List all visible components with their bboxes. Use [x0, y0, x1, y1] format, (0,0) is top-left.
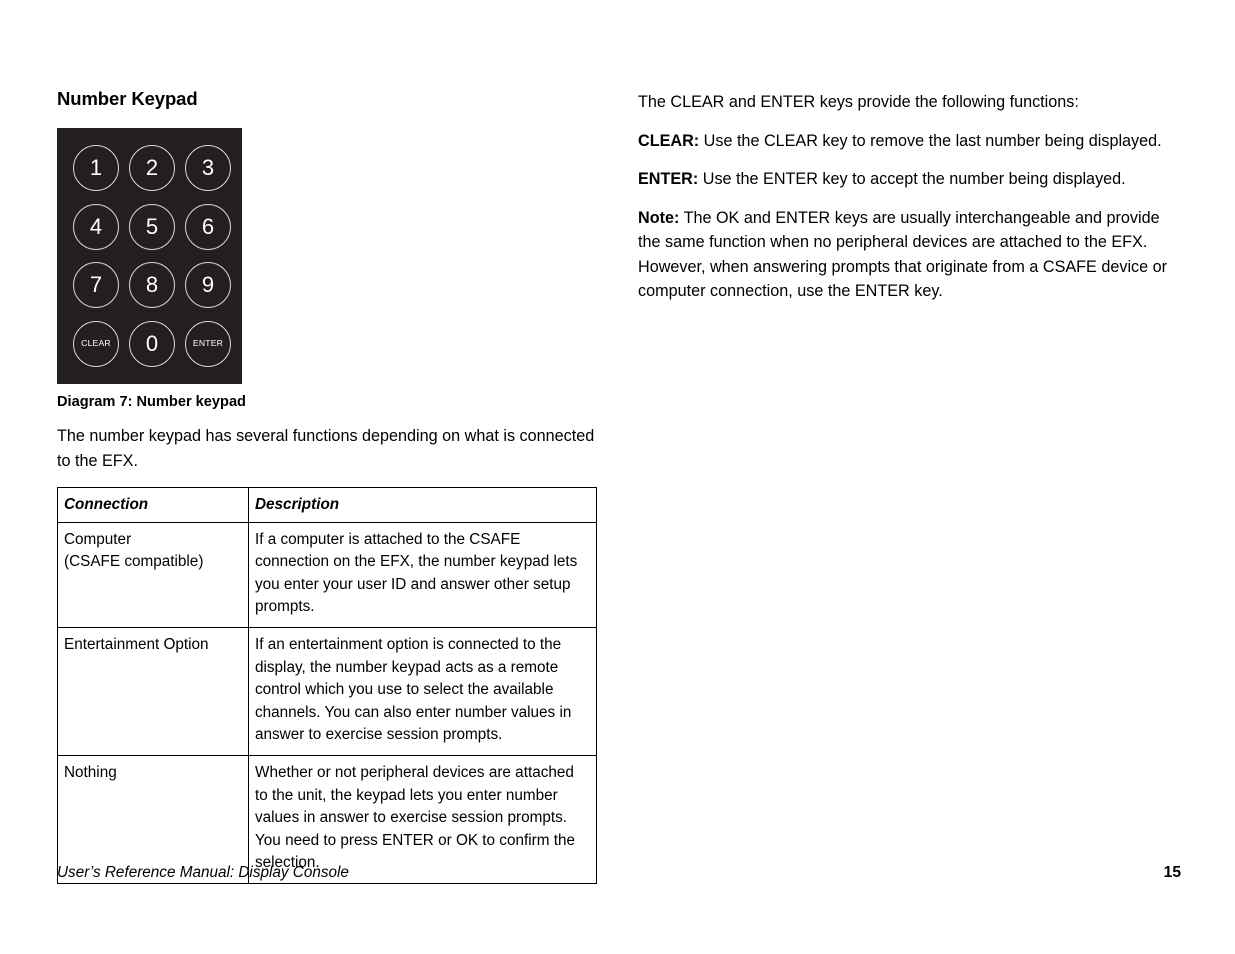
keypad-key-8[interactable]: 8: [129, 262, 175, 309]
keypad-key-1[interactable]: 1: [73, 145, 119, 192]
intro-paragraph: The number keypad has several functions …: [57, 427, 595, 470]
keypad-key-5[interactable]: 5: [129, 203, 175, 250]
table-cell-description: If an entertainment option is connected …: [248, 626, 597, 756]
table-header-row: Connection Description: [57, 487, 597, 523]
page-title: Number Keypad: [57, 88, 198, 109]
page-footer: User’s Reference Manual: Display Console…: [57, 864, 1181, 882]
note-text: The OK and ENTER keys are usually interc…: [638, 208, 1168, 301]
diagram-caption: Diagram 7: Number keypad: [57, 394, 246, 410]
table-cell-description: If a computer is attached to the CSAFE c…: [248, 521, 597, 628]
document-page: Number Keypad 1 2 3 4 5 6 7 8 9 CLEAR 0 …: [0, 0, 1235, 954]
connection-table: Connection Description Computer (CSAFE c…: [57, 487, 597, 884]
right-column: The CLEAR and ENTER keys provide the fol…: [638, 90, 1178, 318]
enter-key-label: ENTER:: [638, 170, 699, 188]
table-row: Computer (CSAFE compatible) If a compute…: [57, 521, 597, 628]
keypad-key-9[interactable]: 9: [185, 262, 231, 309]
keypad-key-2[interactable]: 2: [129, 145, 175, 192]
footer-page-number: 15: [1163, 864, 1181, 881]
footer-manual-title: User’s Reference Manual: Display Console: [57, 864, 349, 881]
keypad-key-6[interactable]: 6: [185, 203, 231, 250]
left-column: Number Keypad 1 2 3 4 5 6 7 8 9 CLEAR 0 …: [57, 88, 602, 884]
clear-key-paragraph: CLEAR: Use the CLEAR key to remove the l…: [638, 129, 1178, 154]
table-row: Entertainment Option If an entertainment…: [57, 626, 597, 756]
clear-key-text: Use the CLEAR key to remove the last num…: [699, 131, 1162, 150]
keys-intro-paragraph: The CLEAR and ENTER keys provide the fol…: [638, 93, 1079, 111]
table-header-connection: Connection: [57, 487, 249, 523]
clear-key-label: CLEAR:: [638, 131, 700, 150]
note-label: Note:: [638, 208, 680, 227]
enter-key-text: Use the ENTER key to accept the number b…: [698, 170, 1126, 188]
keypad-key-0[interactable]: 0: [129, 320, 175, 367]
keypad-key-4[interactable]: 4: [73, 203, 119, 250]
enter-key-paragraph: ENTER: Use the ENTER key to accept the n…: [638, 167, 1178, 192]
keypad-key-3[interactable]: 3: [185, 145, 231, 192]
keypad-key-enter[interactable]: ENTER: [185, 320, 231, 367]
keypad-key-7[interactable]: 7: [73, 262, 119, 309]
table-cell-connection: Computer (CSAFE compatible): [57, 521, 249, 628]
keypad-key-clear[interactable]: CLEAR: [73, 320, 119, 367]
table-header-description: Description: [248, 487, 597, 523]
keypad-grid: 1 2 3 4 5 6 7 8 9 CLEAR 0 ENTER: [68, 139, 236, 373]
note-paragraph: Note: The OK and ENTER keys are usually …: [638, 206, 1178, 304]
number-keypad-diagram: 1 2 3 4 5 6 7 8 9 CLEAR 0 ENTER: [57, 128, 242, 384]
table-cell-connection: Entertainment Option: [57, 626, 249, 756]
